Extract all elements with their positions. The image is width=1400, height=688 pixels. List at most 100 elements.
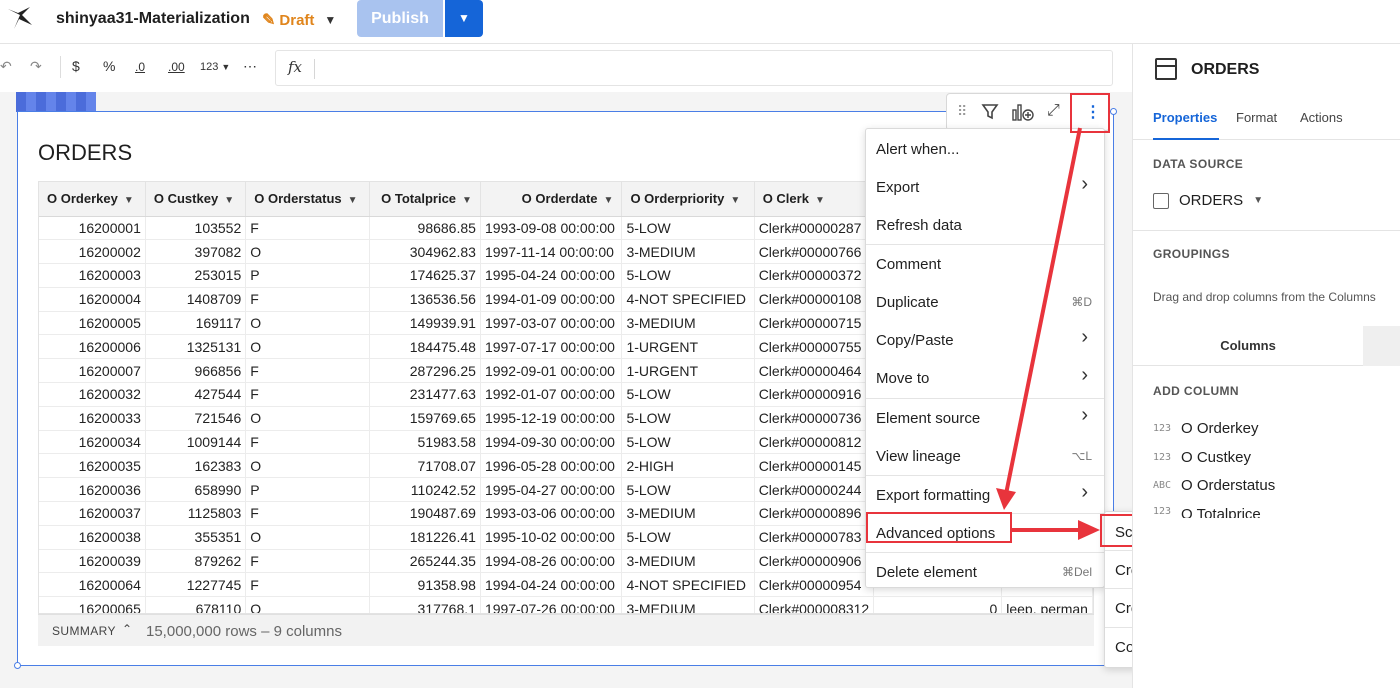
table-cell[interactable]: 149939.91	[369, 311, 481, 336]
table-cell[interactable]: 5-LOW	[621, 525, 755, 550]
table-cell[interactable]: 304962.83	[369, 239, 481, 265]
table-cell[interactable]: 2-HIGH	[621, 453, 755, 479]
table-cell[interactable]: 1995-10-02 00:00:00	[480, 525, 623, 550]
table-cell[interactable]: F	[245, 358, 370, 384]
table-cell[interactable]: 169117	[145, 311, 247, 336]
table-cell[interactable]: Clerk#00000715	[754, 311, 875, 336]
column-header[interactable]: O Totalprice ▼	[369, 182, 481, 217]
table-cell[interactable]: F	[245, 287, 370, 312]
chevron-up-icon[interactable]: ⌃	[122, 622, 132, 636]
add-chart-icon[interactable]	[1011, 102, 1035, 127]
resize-handle[interactable]	[14, 662, 21, 669]
table-cell[interactable]: 1009144	[145, 430, 247, 455]
menu-item-delete-element[interactable]: Delete element ⌘Del	[866, 554, 1104, 590]
table-cell[interactable]: Clerk#00000896	[754, 501, 875, 526]
filter-icon[interactable]	[981, 102, 999, 125]
table-cell[interactable]: F	[245, 501, 370, 526]
menu-item-view-lineage[interactable]: View lineage ⌥L	[866, 438, 1104, 474]
table-cell[interactable]: O	[245, 239, 370, 265]
table-cell[interactable]: Clerk#00000244	[754, 477, 875, 503]
table-cell[interactable]: O	[245, 334, 370, 360]
table-cell[interactable]: 4-NOT SPECIFIED	[621, 287, 755, 312]
table-cell[interactable]: 3-MEDIUM	[621, 501, 755, 526]
table-cell[interactable]: 1996-05-28 00:00:00	[480, 453, 623, 479]
table-cell[interactable]: 658990	[145, 477, 247, 503]
table-cell[interactable]: 1995-04-24 00:00:00	[480, 263, 623, 288]
table-cell[interactable]: 1325131	[145, 334, 247, 360]
table-cell[interactable]: 16200003	[39, 263, 146, 288]
table-cell[interactable]: 317768.1	[369, 596, 481, 613]
formula-bar[interactable]: fx	[275, 50, 1113, 86]
table-cell[interactable]: 1995-04-27 00:00:00	[480, 477, 623, 503]
table-cell[interactable]: 4-NOT SPECIFIED	[621, 572, 755, 598]
table-cell[interactable]: 5-LOW	[621, 263, 755, 288]
table-cell[interactable]: O	[245, 453, 370, 479]
table-cell[interactable]: 16200039	[39, 549, 146, 574]
table-cell[interactable]: 1994-09-30 00:00:00	[480, 430, 623, 455]
column-header[interactable]: O Orderkey ▼	[39, 182, 146, 217]
table-cell[interactable]: 136536.56	[369, 287, 481, 312]
column-item[interactable]: 123 O Totalprice	[1153, 506, 1261, 518]
chevron-down-icon[interactable]: ▼	[604, 195, 614, 206]
publish-button[interactable]: Publish	[357, 0, 443, 37]
table-cell[interactable]: 16200065	[39, 596, 146, 613]
number-format-dropdown[interactable]: 123 ▼	[200, 61, 230, 73]
column-item[interactable]: ABC O Orderstatus	[1153, 477, 1275, 494]
table-cell[interactable]: F	[245, 572, 370, 598]
column-header[interactable]: O Orderpriority ▼	[621, 182, 755, 217]
table-cell[interactable]: F	[245, 549, 370, 574]
column-header[interactable]: O Orderstatus ▼	[245, 182, 370, 217]
percent-format-button[interactable]: %	[103, 58, 115, 74]
chevron-down-icon[interactable]: ▼	[348, 195, 358, 206]
table-cell[interactable]: 1993-09-08 00:00:00	[480, 216, 623, 241]
table-cell[interactable]: 1992-09-01 00:00:00	[480, 358, 623, 384]
chevron-down-icon[interactable]: ▼	[730, 195, 740, 206]
table-cell[interactable]: P	[245, 263, 370, 288]
menu-item-comment[interactable]: Comment	[866, 246, 1104, 282]
table-cell[interactable]: 184475.48	[369, 334, 481, 360]
table-cell[interactable]: Clerk#00000812	[754, 430, 875, 455]
menu-item-duplicate[interactable]: Duplicate ⌘D	[866, 284, 1104, 320]
resize-handle[interactable]	[1110, 108, 1117, 115]
table-cell[interactable]: 1993-03-06 00:00:00	[480, 501, 623, 526]
table-cell[interactable]: 16200032	[39, 382, 146, 407]
table-cell[interactable]: Clerk#00000755	[754, 334, 875, 360]
redo-icon[interactable]: ↷	[30, 58, 42, 75]
table-cell[interactable]: 1-URGENT	[621, 334, 755, 360]
document-title[interactable]: shinyaa31-Materialization	[56, 10, 250, 28]
tab-properties[interactable]: Properties	[1153, 110, 1217, 125]
undo-icon[interactable]: ↶	[0, 58, 12, 75]
table-cell[interactable]: Clerk#00000766	[754, 239, 875, 265]
summary-bar[interactable]: SUMMARY ⌃ 15,000,000 rows – 9 columns	[38, 614, 1094, 646]
increase-decimals-button[interactable]: .00	[168, 60, 185, 74]
table-cell[interactable]: O	[245, 311, 370, 336]
menu-item-refresh-data[interactable]: Refresh data	[866, 207, 1104, 243]
table-cell[interactable]: 1994-08-26 00:00:00	[480, 549, 623, 574]
table-cell[interactable]: Clerk#00000464	[754, 358, 875, 384]
table-cell[interactable]: F	[245, 430, 370, 455]
menu-item-export-formatting[interactable]: Export formatting ›	[866, 477, 1104, 513]
tab-secondary[interactable]	[1363, 326, 1400, 366]
table-cell[interactable]: 181226.41	[369, 525, 481, 550]
table-cell[interactable]: 174625.37	[369, 263, 481, 288]
draft-status[interactable]: ✎ Draft ▼	[262, 10, 336, 30]
element-title[interactable]: ORDERS	[38, 140, 132, 166]
table-cell[interactable]: 16200001	[39, 216, 146, 241]
table-cell[interactable]: Clerk#000008312	[754, 596, 875, 613]
table-cell[interactable]: 1997-07-17 00:00:00	[480, 334, 623, 360]
currency-format-button[interactable]: $	[72, 58, 80, 74]
table-cell[interactable]: 16200064	[39, 572, 146, 598]
sigma-logo-icon[interactable]	[6, 5, 34, 31]
table-cell[interactable]: 103552	[145, 216, 247, 241]
table-cell[interactable]: 1997-07-26 00:00:00	[480, 596, 623, 613]
table-cell[interactable]: Clerk#00000783	[754, 525, 875, 550]
table-cell[interactable]: 5-LOW	[621, 382, 755, 407]
table-cell[interactable]: 5-LOW	[621, 216, 755, 241]
table-cell[interactable]: F	[245, 216, 370, 241]
table-cell[interactable]: 3-MEDIUM	[621, 596, 755, 613]
tab-actions[interactable]: Actions	[1300, 110, 1343, 125]
menu-item-export[interactable]: Export ›	[866, 169, 1104, 205]
table-cell[interactable]: 3-MEDIUM	[621, 239, 755, 265]
table-cell[interactable]: 159769.65	[369, 406, 481, 431]
expand-icon[interactable]: ⤢	[1047, 102, 1060, 120]
